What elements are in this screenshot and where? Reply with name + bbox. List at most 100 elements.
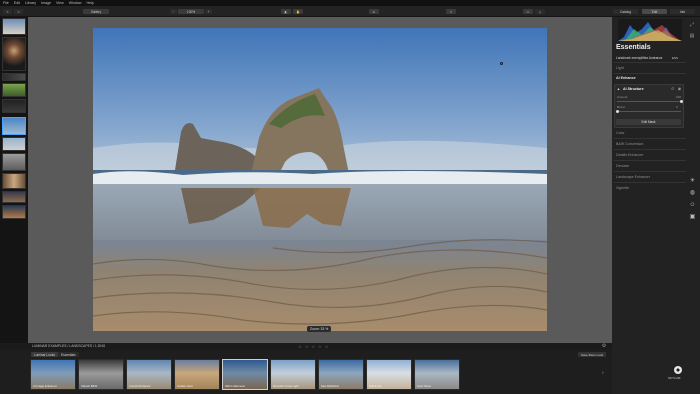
amount-value: 100 [676, 95, 682, 99]
look-thumb[interactable]: Classic B&W [78, 359, 124, 390]
look-label: Sea Reflection [321, 384, 340, 388]
boost-slider-handle[interactable] [615, 110, 619, 113]
info-tab[interactable]: Info [670, 9, 695, 14]
section-light[interactable]: Light [616, 66, 624, 70]
divider [614, 73, 686, 74]
essentials-sun-icon[interactable]: ☀ [689, 177, 696, 184]
filmstrip-thumb[interactable] [2, 191, 26, 203]
filmstrip-thumb[interactable] [2, 73, 26, 81]
histogram [618, 19, 682, 41]
divider [614, 171, 686, 172]
skylum-logo-text: SKYLUM [668, 376, 681, 380]
filmstrip-thumb-selected[interactable] [2, 117, 26, 135]
section-details[interactable]: Details Enhancer [616, 153, 643, 157]
look-thumb[interactable]: AI Image Enhancer [30, 359, 76, 390]
main-photo[interactable] [93, 28, 547, 331]
look-thumb[interactable]: Colorful Enhance [126, 359, 172, 390]
zoom-in-icon[interactable]: + [205, 9, 212, 14]
filmstrip [0, 17, 28, 343]
layers-icon[interactable]: ▤ [689, 33, 695, 39]
look-thumb[interactable]: Mountain Crisp Light [270, 359, 316, 390]
edit-tab[interactable]: Edit [642, 9, 667, 14]
portrait-face-icon[interactable]: ☺ [689, 201, 696, 208]
zoom-out-icon[interactable]: − [170, 9, 177, 14]
look-label: Cool Tones [417, 384, 431, 388]
divider [614, 149, 686, 150]
file-path: LUMINAR EXAMPLES / LANDSCAPES / 1.DNG [32, 344, 106, 348]
look-label: Soft & Airy [369, 384, 383, 388]
compare-icon[interactable]: ◧ [281, 9, 291, 14]
zoom-badge: Zoom: 33 % [307, 326, 332, 332]
edit-mask-button[interactable]: Edit Mask [616, 119, 681, 125]
edit-panel [612, 17, 700, 394]
look-label: Warm Afternoon [225, 384, 246, 388]
forward-button[interactable]: > [14, 9, 23, 14]
tab-luminar-looks[interactable]: Luminar Looks [31, 352, 58, 357]
menu-file[interactable]: File [3, 1, 9, 5]
share-icon[interactable]: ⇪ [446, 9, 456, 14]
skylum-logo-icon [674, 366, 682, 374]
filmstrip-thumb[interactable] [2, 99, 26, 113]
look-label: Mountain Crisp Light [273, 384, 299, 388]
menu-view[interactable]: View [56, 1, 64, 5]
ai-structure-title: AI Structure [623, 87, 644, 91]
zoom-select[interactable]: 100% [178, 9, 204, 14]
boost-label: Boost [617, 105, 625, 109]
toolbar: < > Gallery − 100% + ◧ ✋ ⊡ ⇪ ▭ ▯ Catalog… [0, 6, 700, 17]
visibility-icon[interactable]: ◉ [677, 86, 682, 91]
filmstrip-thumb[interactable] [2, 83, 26, 97]
back-button[interactable]: < [3, 9, 12, 14]
panel-title: Essentials [616, 44, 651, 51]
panel-badge: ESS [672, 56, 679, 60]
filmstrip-thumb[interactable] [2, 37, 26, 71]
collapse-icon[interactable]: ▴ [616, 86, 621, 91]
menu-library[interactable]: Library [25, 1, 36, 5]
section-ai-enhance[interactable]: AI Enhance [616, 76, 636, 80]
section-landscape[interactable]: Landscape Enhancer [616, 175, 650, 179]
look-thumb-selected[interactable]: Warm Afternoon [222, 359, 268, 390]
single-view-icon[interactable]: ▭ [523, 9, 533, 14]
professional-briefcase-icon[interactable]: ▣ [689, 213, 696, 220]
catalog-tab[interactable]: Catalog [613, 9, 638, 14]
section-denoise[interactable]: Denoise [616, 164, 629, 168]
amount-slider-handle[interactable] [679, 100, 683, 103]
image-name: Landmark exemplifies Aotearoa [616, 56, 663, 60]
look-thumb[interactable]: Golden Hour [174, 359, 220, 390]
hand-icon[interactable]: ✋ [293, 9, 303, 14]
amount-label: Amount [617, 95, 628, 99]
rating-stars[interactable]: ☆ ☆ ☆ ☆ ☆ [298, 344, 329, 349]
beach-arch-photo [93, 28, 547, 331]
filmstrip-thumb[interactable] [2, 205, 26, 219]
crop-icon[interactable]: ⊡ [369, 9, 379, 14]
filmstrip-thumb[interactable] [2, 173, 26, 189]
tab-essentials[interactable]: Essentials [58, 352, 79, 357]
look-thumb[interactable]: Soft & Airy [366, 359, 412, 390]
reset-icon[interactable]: ↺ [670, 86, 675, 91]
filmstrip-thumb[interactable] [2, 18, 26, 35]
filmstrip-thumb[interactable] [2, 137, 26, 151]
section-color[interactable]: Color [616, 131, 625, 135]
split-view-icon[interactable]: ▯ [535, 9, 545, 14]
section-vignette[interactable]: Vignette [616, 186, 629, 190]
look-label: AI Image Enhancer [33, 384, 57, 388]
filmstrip-thumb[interactable] [2, 153, 26, 171]
look-thumb[interactable]: Sea Reflection [318, 359, 364, 390]
save-look-button[interactable]: Save filters Look [578, 352, 607, 357]
menu-help[interactable]: Help [87, 1, 94, 5]
look-label: Golden Hour [177, 384, 193, 388]
menu-edit[interactable]: Edit [14, 1, 20, 5]
gallery-button[interactable]: Gallery [83, 9, 109, 14]
menu-window[interactable]: Window [69, 1, 82, 5]
section-bw[interactable]: B&W Conversion [616, 142, 643, 146]
pointer-cursor [500, 62, 503, 65]
creative-palette-icon[interactable]: ◍ [689, 189, 696, 196]
look-thumb[interactable]: Cool Tones [414, 359, 460, 390]
scroll-right-icon[interactable]: › [602, 370, 604, 376]
boost-slider[interactable] [617, 111, 681, 112]
expand-icon[interactable]: ⤢ [689, 22, 695, 28]
menu-image[interactable]: Image [41, 1, 51, 5]
divider [614, 182, 686, 183]
divider [614, 62, 686, 63]
settings-icon[interactable]: ⚙ [601, 343, 607, 349]
amount-slider[interactable] [617, 101, 681, 102]
